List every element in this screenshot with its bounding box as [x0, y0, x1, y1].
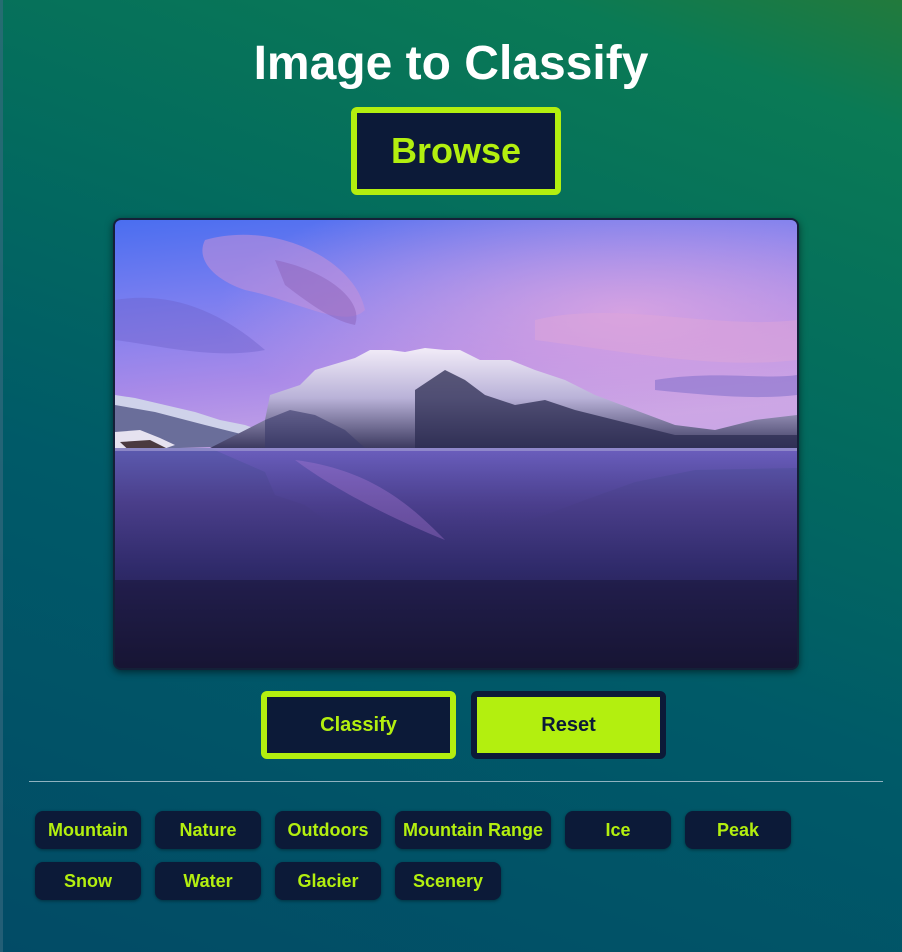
- tag-chip[interactable]: Mountain: [35, 811, 141, 849]
- classify-button[interactable]: Classify: [261, 691, 456, 759]
- tag-chip[interactable]: Mountain Range: [395, 811, 551, 849]
- tag-chip[interactable]: Glacier: [275, 862, 381, 900]
- mountain-lake-image: [115, 220, 797, 668]
- tag-chip[interactable]: Water: [155, 862, 261, 900]
- reset-button[interactable]: Reset: [471, 691, 666, 759]
- tag-chip[interactable]: Outdoors: [275, 811, 381, 849]
- divider: [29, 781, 883, 782]
- tag-chip[interactable]: Peak: [685, 811, 791, 849]
- window-edge: [0, 0, 3, 952]
- tag-chip[interactable]: Nature: [155, 811, 261, 849]
- tag-chip[interactable]: Ice: [565, 811, 671, 849]
- tag-chip[interactable]: Scenery: [395, 862, 501, 900]
- browse-button[interactable]: Browse: [351, 107, 561, 195]
- tag-chip[interactable]: Snow: [35, 862, 141, 900]
- image-preview: [113, 218, 799, 670]
- page-title: Image to Classify: [253, 37, 649, 90]
